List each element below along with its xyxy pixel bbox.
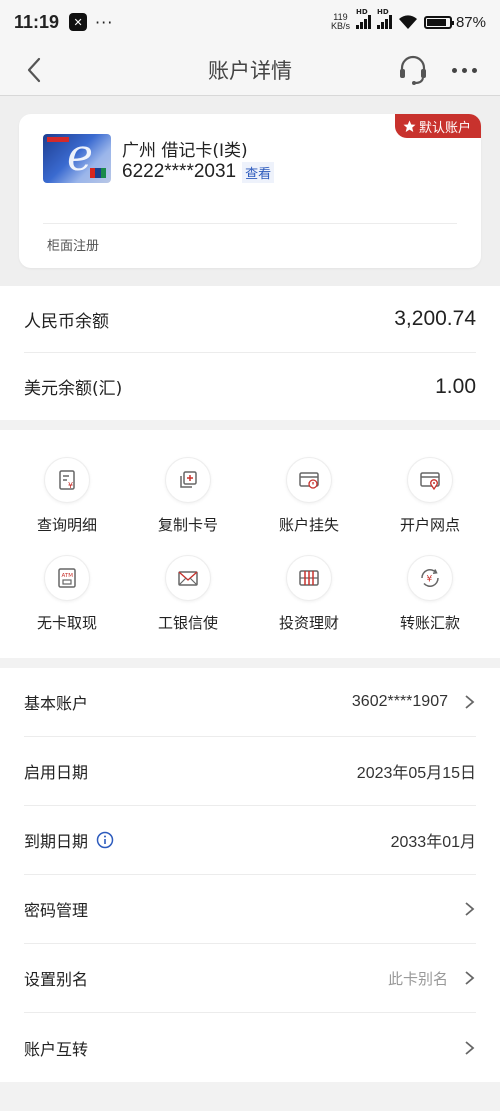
- wifi-icon: [398, 15, 417, 29]
- abacus-icon: [299, 570, 319, 586]
- chevron-right-icon: [465, 971, 475, 985]
- set-alias-row[interactable]: 设置别名 此卡别名: [24, 944, 476, 1013]
- account-transfer-row[interactable]: 账户互转: [24, 1013, 476, 1082]
- customer-service-icon[interactable]: [396, 53, 430, 87]
- account-branch-button[interactable]: 开户网点: [375, 457, 485, 535]
- unionpay-icon: [90, 168, 106, 178]
- cardless-withdrawal-button[interactable]: ATM 无卡取现: [12, 555, 122, 633]
- info-icon[interactable]: [96, 831, 114, 849]
- function-label: 账户挂失: [278, 516, 339, 534]
- row-label: 密码管理: [24, 901, 89, 920]
- view-number-button[interactable]: 查看: [242, 161, 275, 183]
- report-loss-button[interactable]: 账户挂失: [254, 457, 364, 535]
- more-notifications-icon: ···: [95, 12, 114, 32]
- more-menu-icon[interactable]: [452, 60, 482, 80]
- row-label-text: 到期日期: [24, 832, 89, 851]
- balance-amount: 3,200.74: [394, 307, 476, 330]
- registration-type: 柜面注册: [47, 239, 100, 254]
- card-name: 广州 借记卡(Ⅰ类): [122, 141, 248, 161]
- card-section: 默认账户 e 广州 借记卡(Ⅰ类) 6222****2031 查看 柜面注册: [0, 96, 500, 286]
- svg-text:¥: ¥: [68, 481, 73, 490]
- account-details-list: 基本账户 3602****1907 启用日期 2023年05月15日 到期日期 …: [0, 668, 500, 1082]
- card-location-icon: [420, 472, 440, 491]
- balance-amount: 1.00: [435, 374, 476, 398]
- expiry-date-row: 到期日期 2033年01月: [24, 806, 476, 875]
- transfer-button[interactable]: ¥ 转账汇款: [375, 555, 485, 633]
- row-value: 2023年05月15日: [356, 765, 476, 782]
- function-label: 工银信使: [157, 614, 218, 632]
- chevron-right-icon: [465, 695, 475, 709]
- status-bar: 11:19 ✕ ··· 119 KB/s HD HD 87%: [0, 0, 500, 44]
- row-label: 启用日期: [24, 763, 89, 782]
- svg-text:¥: ¥: [427, 575, 433, 585]
- envelope-icon: [178, 571, 198, 586]
- icbc-messenger-button[interactable]: 工银信使: [133, 555, 243, 633]
- statement-icon: ¥: [59, 470, 75, 490]
- hd-label-1: HD: [355, 8, 368, 16]
- divider: [43, 223, 457, 224]
- function-label: 转账汇款: [399, 614, 460, 632]
- balance-row-cny: 人民币余额 3,200.74: [24, 286, 476, 353]
- function-grid: ¥ 查询明细 复制卡号 账户挂失 开户网点 ATM 无卡取现 工银信使 投资理财…: [0, 430, 500, 658]
- row-label: 基本账户: [24, 694, 89, 713]
- row-label: 账户互转: [24, 1039, 89, 1059]
- function-label: 开户网点: [399, 516, 460, 534]
- card-number-row: 6222****2031 查看: [122, 161, 275, 183]
- copy-icon: [180, 471, 197, 488]
- function-label: 复制卡号: [157, 516, 218, 534]
- function-label: 查询明细: [36, 516, 97, 534]
- battery-percent: 87%: [455, 13, 486, 31]
- activation-date-row: 启用日期 2023年05月15日: [24, 737, 476, 806]
- basic-account-row[interactable]: 基本账户 3602****1907: [24, 668, 476, 737]
- balance-label: 美元余额(汇): [24, 379, 123, 399]
- investment-button[interactable]: 投资理财: [254, 555, 364, 633]
- account-card[interactable]: 默认账户 e 广州 借记卡(Ⅰ类) 6222****2031 查看 柜面注册: [19, 114, 481, 268]
- row-value: 3602****1907: [351, 693, 448, 710]
- star-icon: [403, 120, 416, 132]
- password-management-row[interactable]: 密码管理: [24, 875, 476, 944]
- nav-bar: 账户详情: [0, 44, 500, 96]
- bank-card-image: e: [43, 134, 111, 183]
- row-label: 设置别名: [24, 970, 89, 989]
- chevron-right-icon: [465, 1040, 475, 1055]
- status-time: 11:19: [14, 11, 60, 32]
- battery-icon: [423, 15, 454, 29]
- signal-2-icon: HD: [376, 8, 392, 29]
- badge-label: 默认账户: [418, 120, 471, 136]
- card-number: 6222****2031: [122, 161, 237, 182]
- card-alert-icon: [299, 472, 319, 489]
- transfer-icon: ¥: [421, 569, 439, 587]
- network-speed: 119 KB/s: [331, 13, 350, 31]
- signal-1-icon: HD: [355, 8, 371, 29]
- network-speed-unit: KB/s: [330, 21, 350, 31]
- atm-icon: ATM: [58, 568, 76, 588]
- back-arrow-icon[interactable]: [22, 56, 48, 84]
- balance-row-usd: 美元余额(汇) 1.00: [24, 353, 476, 420]
- function-label: 无卡取现: [36, 614, 97, 632]
- battery-indicator: 87%: [423, 13, 486, 31]
- default-account-badge: 默认账户: [394, 114, 481, 138]
- copy-card-number-button[interactable]: 复制卡号: [133, 457, 243, 535]
- balance-label: 人民币余额: [24, 311, 109, 332]
- function-label: 投资理财: [278, 614, 339, 632]
- row-label: 到期日期: [24, 828, 114, 852]
- row-value: 2033年01月: [390, 834, 476, 851]
- balance-section: 人民币余额 3,200.74 美元余额(汇) 1.00: [0, 286, 500, 420]
- capcut-icon: ✕: [69, 13, 88, 31]
- hd-label-2: HD: [376, 8, 389, 16]
- svg-text:ATM: ATM: [62, 573, 74, 579]
- icbc-logo: [47, 137, 69, 142]
- row-value: 此卡别名: [387, 969, 448, 988]
- chevron-right-icon: [465, 902, 475, 916]
- query-statement-button[interactable]: ¥ 查询明细: [12, 457, 122, 535]
